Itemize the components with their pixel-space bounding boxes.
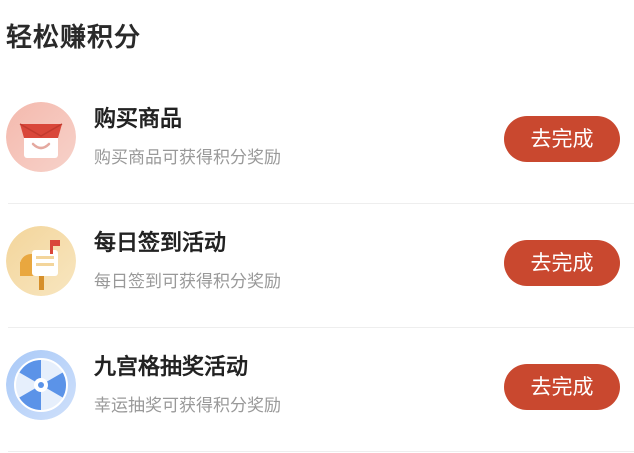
mailbox-icon	[6, 226, 76, 296]
task-title: 九宫格抽奖活动	[94, 355, 249, 380]
task-list: 购买商品 购买商品可获得积分奖励 去完成 每日签到活动 每日签到可获得积分奖励 …	[0, 80, 634, 452]
task-item-lucky-draw: 九宫格抽奖活动 幸运抽奖可获得积分奖励 去完成	[0, 328, 634, 452]
task-title: 每日签到活动	[94, 231, 227, 256]
task-title: 购买商品	[94, 107, 183, 132]
task-description: 购买商品可获得积分奖励	[94, 148, 281, 168]
complete-button-daily-checkin[interactable]: 去完成	[504, 240, 620, 286]
prize-wheel-icon	[6, 350, 76, 420]
task-item-daily-checkin: 每日签到活动 每日签到可获得积分奖励 去完成	[0, 204, 634, 328]
task-item-buy-goods: 购买商品 购买商品可获得积分奖励 去完成	[0, 80, 634, 204]
divider	[8, 451, 634, 452]
page-title: 轻松赚积分	[6, 23, 142, 53]
complete-button-lucky-draw[interactable]: 去完成	[504, 364, 620, 410]
task-description: 幸运抽奖可获得积分奖励	[94, 396, 281, 416]
shopping-bag-icon	[6, 102, 76, 172]
task-description: 每日签到可获得积分奖励	[94, 272, 281, 292]
complete-button-buy-goods[interactable]: 去完成	[504, 116, 620, 162]
